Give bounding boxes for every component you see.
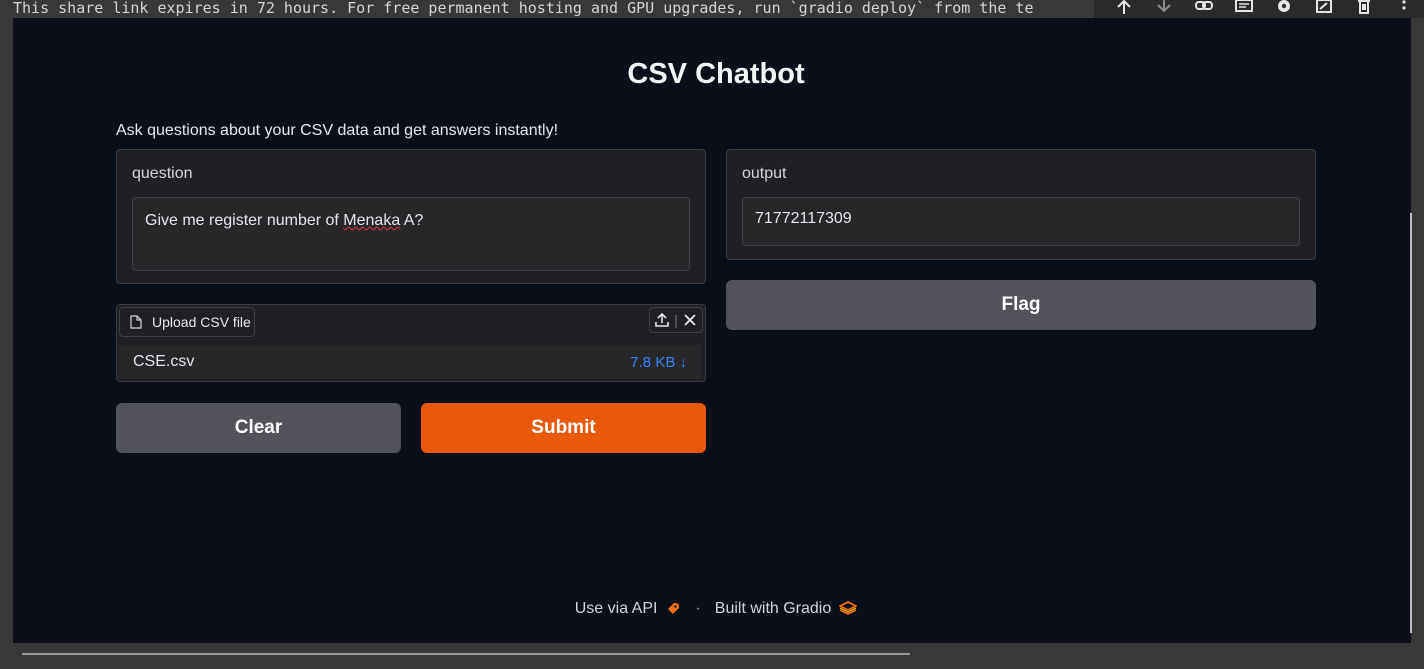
upload-csv-label: Upload CSV file xyxy=(119,307,255,337)
question-label: question xyxy=(132,165,193,182)
submit-button[interactable]: Submit xyxy=(421,403,706,453)
file-name: CSE.csv xyxy=(133,353,195,370)
link-icon[interactable] xyxy=(1194,0,1214,18)
vertical-scrollbar-track xyxy=(1411,18,1424,643)
upload-csv-label-text: Upload CSV file xyxy=(152,314,251,330)
output-label: output xyxy=(742,165,787,182)
vertical-scrollbar[interactable] xyxy=(1410,213,1412,633)
comment-icon[interactable] xyxy=(1234,0,1254,18)
file-upload-panel: Upload CSV file | CSE.csv 7.8 KB ↓ xyxy=(116,304,706,382)
file-actions: | xyxy=(649,307,703,333)
file-row: CSE.csv 7.8 KB ↓ xyxy=(119,345,701,379)
question-text-part1: Give me register number of xyxy=(145,212,344,229)
page-description: Ask questions about your CSV data and ge… xyxy=(116,122,559,139)
output-panel: output 71772117309 xyxy=(726,149,1316,260)
rocket-icon xyxy=(668,603,680,614)
close-icon[interactable] xyxy=(682,312,698,328)
arrow-up-icon[interactable] xyxy=(1114,0,1134,18)
use-via-api-link[interactable]: Use via API xyxy=(575,600,658,618)
question-text-misspelled: Menaka xyxy=(343,212,401,229)
clear-button[interactable]: Clear xyxy=(116,403,401,453)
cell-toolbar xyxy=(1094,0,1424,18)
horizontal-scrollbar[interactable] xyxy=(22,653,910,655)
trash-icon[interactable] xyxy=(1354,0,1374,18)
question-text-part2: A? xyxy=(400,212,424,229)
built-with-gradio-link[interactable]: Built with Gradio xyxy=(715,600,832,618)
question-panel: question Give me register number of Mena… xyxy=(116,149,706,284)
upload-icon[interactable] xyxy=(654,312,670,328)
gear-icon[interactable] xyxy=(1274,0,1294,18)
file-size-download-link[interactable]: 7.8 KB ↓ xyxy=(630,354,687,371)
file-icon xyxy=(130,315,142,329)
footer: Use via API · Built with Gradio xyxy=(13,600,1419,618)
footer-separator: · xyxy=(695,600,701,617)
output-field[interactable]: 71772117309 xyxy=(742,197,1300,246)
edit-icon[interactable] xyxy=(1314,0,1334,18)
more-icon[interactable] xyxy=(1394,0,1414,18)
arrow-down-icon[interactable] xyxy=(1154,0,1174,18)
share-link-notice: This share link expires in 72 hours. For… xyxy=(13,0,1034,17)
gradio-logo-icon xyxy=(839,601,858,615)
page-title: CSV Chatbot xyxy=(627,58,805,90)
question-input[interactable]: Give me register number of Menaka A? xyxy=(132,197,690,271)
gradio-app: CSV Chatbot Ask questions about your CSV… xyxy=(13,18,1411,643)
flag-button[interactable]: Flag xyxy=(726,280,1316,330)
